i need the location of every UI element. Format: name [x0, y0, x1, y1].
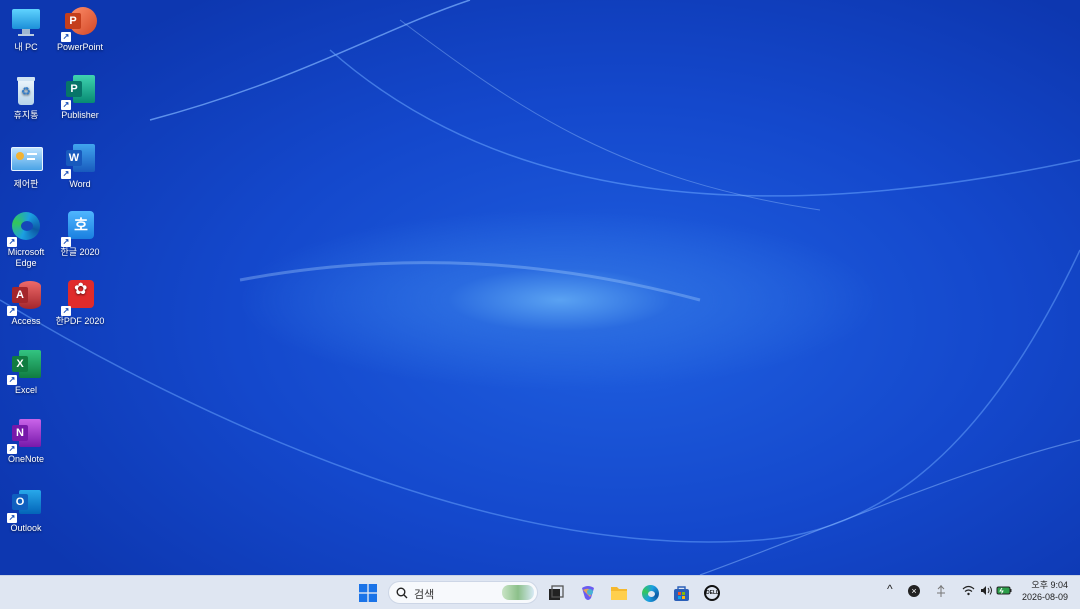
- shortcut-arrow-icon: ↗: [61, 169, 71, 179]
- taskbar-clock[interactable]: 오후 9:04 2026-08-09: [1022, 579, 1068, 603]
- clock-time: 오후 9:04: [1031, 580, 1068, 590]
- this-pc-shortcut[interactable]: 내 PC: [0, 6, 54, 53]
- icon-label: Access: [11, 316, 41, 326]
- icon-label: Excel: [14, 385, 37, 395]
- excel-icon: X ↗: [7, 349, 43, 385]
- wallpaper: [0, 0, 1080, 575]
- icon-label: PowerPoint: [56, 42, 104, 52]
- control-panel-shortcut[interactable]: 제어판: [0, 143, 54, 190]
- pdf-icon: ✿ ↗: [61, 280, 97, 316]
- hangul-icon: 호 ↗: [61, 211, 97, 247]
- shortcut-arrow-icon: ↗: [7, 444, 17, 454]
- recycle-bin-shortcut[interactable]: ♻ 휴지통: [0, 74, 54, 121]
- icon-label: 한PDF 2020: [55, 316, 105, 326]
- dell-icon: DELL: [704, 585, 720, 601]
- taskbar-search[interactable]: 검색: [388, 581, 538, 604]
- access-shortcut[interactable]: A ↗ Access: [0, 280, 54, 327]
- shortcut-arrow-icon: ↗: [7, 513, 17, 523]
- shortcut-arrow-icon: ↗: [61, 32, 71, 42]
- file-explorer-button[interactable]: [607, 581, 631, 605]
- monitor-icon: [9, 6, 43, 40]
- volume-icon[interactable]: [980, 585, 993, 599]
- clock-date: 2026-08-09: [1021, 592, 1068, 602]
- shortcut-arrow-icon: ↗: [61, 306, 71, 316]
- close-circle-icon[interactable]: ×: [908, 585, 920, 597]
- powerpoint-icon: P ↗: [61, 6, 97, 42]
- shortcut-arrow-icon: ↗: [7, 375, 17, 385]
- access-icon: A ↗: [7, 280, 43, 316]
- task-view-button[interactable]: [544, 581, 568, 605]
- icon-label: 내 PC: [14, 42, 38, 52]
- edge-shortcut[interactable]: ↗ Microsoft Edge: [0, 211, 54, 269]
- shortcut-arrow-icon: ↗: [7, 237, 17, 247]
- word-shortcut[interactable]: W ↗ Word: [52, 143, 108, 190]
- dell-app-button[interactable]: DELL: [700, 581, 724, 605]
- battery-icon[interactable]: [996, 585, 1012, 599]
- icon-label: 한글 2020: [60, 247, 100, 257]
- icon-label: 휴지통: [13, 110, 39, 120]
- outlook-icon: O ↗: [7, 487, 43, 523]
- shortcut-arrow-icon: ↗: [61, 237, 71, 247]
- edge-icon: [641, 584, 659, 602]
- icon-label: 제어판: [13, 179, 39, 189]
- show-hidden-icons-button[interactable]: ^: [887, 582, 893, 596]
- publisher-shortcut[interactable]: P ↗ Publisher: [52, 74, 108, 121]
- onenote-icon: N ↗: [7, 418, 43, 454]
- powerpoint-shortcut[interactable]: P ↗ PowerPoint: [52, 6, 108, 53]
- task-view-icon: [549, 585, 564, 600]
- search-placeholder: 검색: [414, 589, 435, 601]
- icon-label: Publisher: [61, 110, 99, 120]
- search-highlight-image: [502, 585, 534, 600]
- outlook-shortcut[interactable]: O ↗ Outlook: [0, 487, 54, 534]
- copilot-button[interactable]: [576, 581, 600, 605]
- wifi-icon[interactable]: [962, 585, 975, 599]
- shortcut-arrow-icon: ↗: [7, 306, 17, 316]
- hangul-2020-shortcut[interactable]: 호 ↗ 한글 2020: [52, 211, 108, 258]
- icon-label: OneNote: [7, 454, 45, 464]
- usb-icon[interactable]: [936, 584, 946, 598]
- edge-icon: ↗: [7, 211, 43, 247]
- windows-logo-icon: [359, 584, 377, 602]
- search-icon: [396, 587, 408, 599]
- excel-shortcut[interactable]: X ↗ Excel: [0, 349, 54, 396]
- publisher-icon: P ↗: [61, 74, 97, 110]
- hanpdf-2020-shortcut[interactable]: ✿ ↗ 한PDF 2020: [52, 280, 108, 327]
- taskbar: 검색 DELL ^ × 오후 9:04 2026-08-09: [0, 575, 1080, 609]
- icon-label: Word: [69, 179, 91, 189]
- control-panel-icon: [9, 143, 43, 177]
- icon-label: Outlook: [10, 523, 42, 533]
- onenote-shortcut[interactable]: N ↗ OneNote: [0, 418, 54, 465]
- store-icon: [673, 585, 689, 601]
- shortcut-arrow-icon: ↗: [61, 100, 71, 110]
- folder-icon: [611, 587, 627, 600]
- start-button[interactable]: [356, 581, 380, 605]
- store-button[interactable]: [669, 581, 693, 605]
- edge-taskbar-button[interactable]: [638, 581, 662, 605]
- copilot-icon: [582, 586, 594, 600]
- icon-label: Microsoft Edge: [7, 247, 45, 268]
- recycle-bin-icon: ♻: [9, 74, 43, 108]
- word-icon: W ↗: [61, 143, 97, 179]
